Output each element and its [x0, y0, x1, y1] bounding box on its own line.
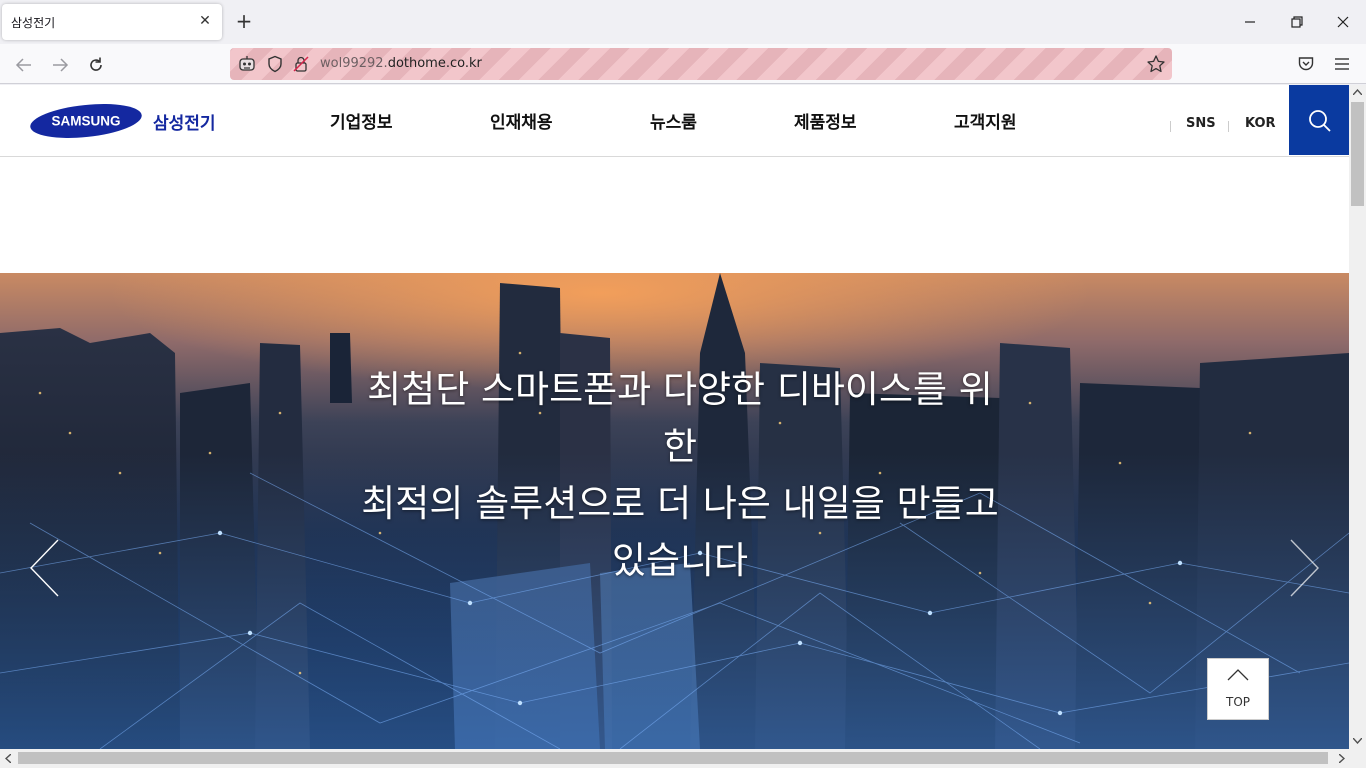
- address-bar[interactable]: wol99292.dothome.co.kr: [230, 48, 1172, 80]
- scroll-left-arrow-icon[interactable]: [5, 754, 11, 763]
- scroll-down-arrow-icon[interactable]: [1353, 738, 1362, 744]
- samsung-logo[interactable]: SAMSUNG: [29, 101, 144, 141]
- divider: [1170, 121, 1171, 132]
- forward-arrow-icon[interactable]: [50, 55, 70, 75]
- browser-tab-bar: 삼성전기 ✕ +: [0, 0, 1366, 44]
- nav-support[interactable]: 고객지원: [954, 108, 1017, 133]
- new-tab-icon[interactable]: +: [234, 11, 254, 31]
- scroll-to-top-button[interactable]: TOP: [1207, 658, 1269, 720]
- vertical-scroll-thumb[interactable]: [1351, 102, 1364, 206]
- scroll-right-arrow-icon[interactable]: [1339, 754, 1345, 763]
- insecure-lock-icon[interactable]: [292, 55, 310, 73]
- search-button[interactable]: [1289, 85, 1349, 155]
- hero-line-4: 있습니다: [611, 539, 749, 582]
- site-header: SAMSUNG 삼성전기 기업정보 인재채용 뉴스룸 제품정보 고객지원 SNS…: [0, 85, 1349, 157]
- logo-korean-name[interactable]: 삼성전기: [153, 109, 216, 134]
- minimize-icon[interactable]: [1240, 12, 1260, 32]
- hamburger-menu-icon[interactable]: [1333, 55, 1351, 73]
- sns-link[interactable]: SNS: [1186, 116, 1216, 131]
- hero-line-3: 최적의 솔루션으로 더 나은 내일을 만들고: [361, 482, 999, 525]
- horizontal-scroll-thumb[interactable]: [18, 752, 1328, 764]
- slider-next-arrow-icon[interactable]: [1287, 538, 1321, 598]
- hero-slider: 최첨단 스마트폰과 다양한 디바이스를 위 한 최적의 솔루션으로 더 나은 내…: [0, 273, 1349, 749]
- slider-prev-arrow-icon[interactable]: [28, 538, 62, 598]
- hero-line-1: 최첨단 스마트폰과 다양한 디바이스를 위: [367, 368, 993, 411]
- pocket-icon[interactable]: [1297, 55, 1315, 73]
- close-tab-icon[interactable]: ✕: [196, 12, 214, 30]
- horizontal-scrollbar[interactable]: [0, 749, 1366, 768]
- nav-products[interactable]: 제품정보: [794, 108, 857, 133]
- language-selector[interactable]: KOR: [1245, 116, 1276, 131]
- restore-icon[interactable]: [1287, 12, 1307, 32]
- search-icon: [1309, 110, 1331, 132]
- window-close-icon[interactable]: [1333, 12, 1353, 32]
- browser-tab[interactable]: 삼성전기 ✕: [2, 4, 222, 40]
- browser-nav-bar: wol99292.dothome.co.kr: [0, 44, 1366, 84]
- tab-title: 삼성전기: [11, 16, 56, 30]
- hero-headline: 최첨단 스마트폰과 다양한 디바이스를 위 한 최적의 솔루션으로 더 나은 내…: [325, 361, 1035, 589]
- nav-newsroom[interactable]: 뉴스룸: [650, 108, 697, 133]
- hero-line-2: 한: [662, 425, 698, 468]
- divider: [1228, 121, 1229, 132]
- chevron-up-icon: [1227, 669, 1249, 681]
- scroll-up-arrow-icon[interactable]: [1353, 89, 1362, 95]
- vertical-scrollbar[interactable]: [1349, 85, 1366, 749]
- back-arrow-icon[interactable]: [14, 55, 34, 75]
- url-host: wol99292.: [320, 56, 388, 71]
- reload-icon[interactable]: [86, 55, 106, 75]
- top-button-label: TOP: [1225, 695, 1250, 709]
- url-text[interactable]: wol99292.dothome.co.kr: [320, 56, 482, 71]
- remote-control-robot-icon[interactable]: [238, 55, 256, 73]
- bookmark-star-icon[interactable]: [1146, 54, 1166, 74]
- logo-text: SAMSUNG: [51, 114, 120, 129]
- nav-company-info[interactable]: 기업정보: [330, 108, 393, 133]
- shield-icon[interactable]: [266, 55, 284, 73]
- page-viewport: SAMSUNG 삼성전기 기업정보 인재채용 뉴스룸 제품정보 고객지원 SNS…: [0, 85, 1349, 749]
- nav-careers[interactable]: 인재채용: [490, 108, 553, 133]
- url-domain: dothome.co.kr: [387, 56, 482, 71]
